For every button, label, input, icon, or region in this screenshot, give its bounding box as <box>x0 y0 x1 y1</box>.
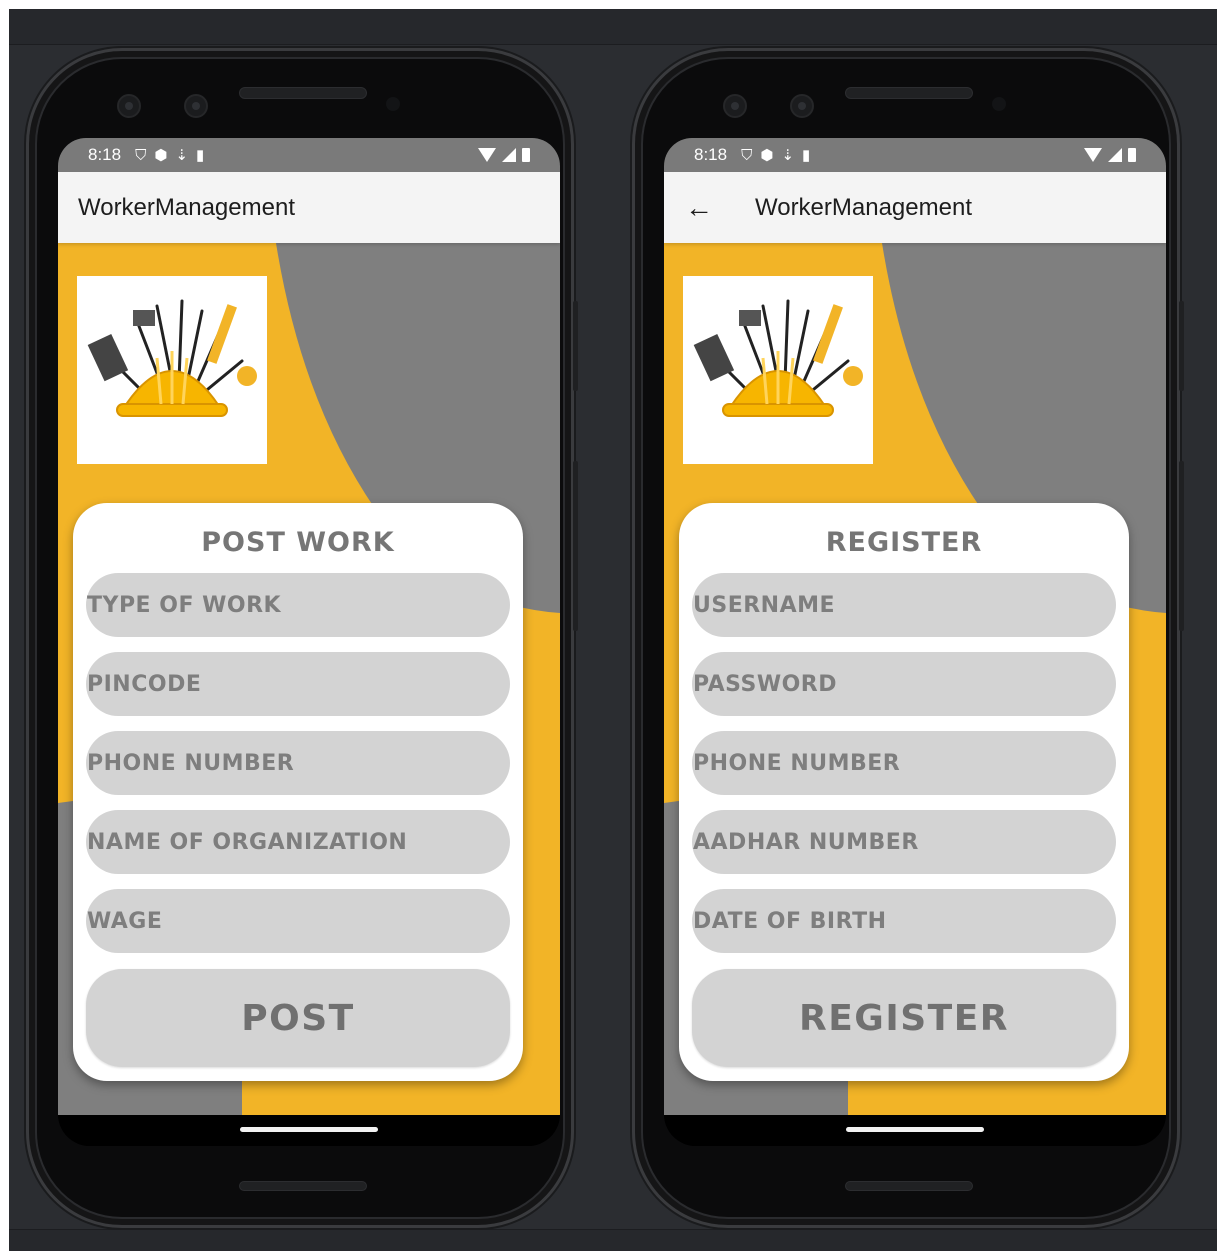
shield-icon: ⛉ <box>741 146 753 164</box>
pincode-input[interactable]: PINCODE <box>86 652 510 716</box>
wage-input[interactable]: WAGE <box>86 889 510 953</box>
content-area: REGISTER USERNAME PASSWORD PHONE NUMBER … <box>664 243 1166 1115</box>
tools-logo-image <box>683 276 873 464</box>
wifi-icon <box>478 148 496 162</box>
earpiece-speaker <box>845 87 973 99</box>
phone-screen: 8:18 ⛉ ⬢ ⇣ ▮ WorkerManagement POST WORK … <box>58 138 560 1146</box>
security-icon: ⬢ <box>760 147 774 164</box>
home-gesture-handle[interactable] <box>240 1127 378 1132</box>
stage-bottom-band <box>9 1229 1217 1251</box>
phone-frame-left: 8:18 ⛉ ⬢ ⇣ ▮ WorkerManagement POST WORK … <box>26 48 578 1228</box>
battery-icon <box>522 148 530 162</box>
proximity-sensor <box>992 97 1006 111</box>
home-gesture-handle[interactable] <box>846 1127 984 1132</box>
hard-hat-tools-icon <box>693 299 863 417</box>
app-bar: ← WorkerManagement <box>664 172 1166 243</box>
front-camera-icon <box>790 94 814 118</box>
post-button[interactable]: POST <box>86 969 510 1067</box>
wifi-icon <box>1084 148 1102 162</box>
sd-card-icon: ▮ <box>196 147 205 164</box>
front-camera-icon <box>184 94 208 118</box>
battery-icon <box>1128 148 1136 162</box>
phone-number-input[interactable]: PHONE NUMBER <box>692 731 1116 795</box>
cell-signal-icon <box>502 148 516 162</box>
status-bar: 8:18 ⛉ ⬢ ⇣ ▮ <box>664 138 1166 172</box>
register-button[interactable]: REGISTER <box>692 969 1116 1067</box>
form-title: POST WORK <box>201 527 395 558</box>
download-icon: ⇣ <box>175 147 189 164</box>
phone-number-input[interactable]: PHONE NUMBER <box>86 731 510 795</box>
sd-card-icon: ▮ <box>802 147 811 164</box>
proximity-sensor <box>386 97 400 111</box>
form-title: REGISTER <box>825 527 983 558</box>
date-of-birth-input[interactable]: DATE OF BIRTH <box>692 889 1116 953</box>
download-icon: ⇣ <box>781 147 795 164</box>
phone-screen: 8:18 ⛉ ⬢ ⇣ ▮ ← WorkerManagement REGISTER… <box>664 138 1166 1146</box>
stage-top-band <box>9 9 1217 45</box>
bottom-speaker <box>239 1181 367 1191</box>
aadhar-number-input[interactable]: AADHAR NUMBER <box>692 810 1116 874</box>
power-button <box>573 301 578 391</box>
front-camera-icon <box>723 94 747 118</box>
organization-name-input[interactable]: NAME OF ORGANIZATION <box>86 810 510 874</box>
volume-button <box>573 461 578 631</box>
app-title: WorkerManagement <box>755 193 972 221</box>
app-title: WorkerManagement <box>78 193 295 221</box>
navigation-bar <box>58 1115 560 1146</box>
navigation-bar <box>664 1115 1166 1146</box>
shield-icon: ⛉ <box>135 146 147 164</box>
tools-logo-image <box>77 276 267 464</box>
volume-button <box>1179 461 1184 631</box>
cell-signal-icon <box>1108 148 1122 162</box>
username-input[interactable]: USERNAME <box>692 573 1116 637</box>
status-time: 8:18 <box>694 145 728 164</box>
password-input[interactable]: PASSWORD <box>692 652 1116 716</box>
post-work-form-card: POST WORK TYPE OF WORK PINCODE PHONE NUM… <box>73 503 523 1081</box>
security-icon: ⬢ <box>154 147 168 164</box>
power-button <box>1179 301 1184 391</box>
front-camera-icon <box>117 94 141 118</box>
type-of-work-input[interactable]: TYPE OF WORK <box>86 573 510 637</box>
earpiece-speaker <box>239 87 367 99</box>
register-form-card: REGISTER USERNAME PASSWORD PHONE NUMBER … <box>679 503 1129 1081</box>
bottom-speaker <box>845 1181 973 1191</box>
status-time: 8:18 <box>88 145 122 164</box>
hard-hat-tools-icon <box>87 299 257 417</box>
content-area: POST WORK TYPE OF WORK PINCODE PHONE NUM… <box>58 243 560 1115</box>
app-bar: WorkerManagement <box>58 172 560 243</box>
arrow-left-icon[interactable]: ← <box>664 192 734 224</box>
status-bar: 8:18 ⛉ ⬢ ⇣ ▮ <box>58 138 560 172</box>
phone-frame-right: 8:18 ⛉ ⬢ ⇣ ▮ ← WorkerManagement REGISTER… <box>632 48 1184 1228</box>
